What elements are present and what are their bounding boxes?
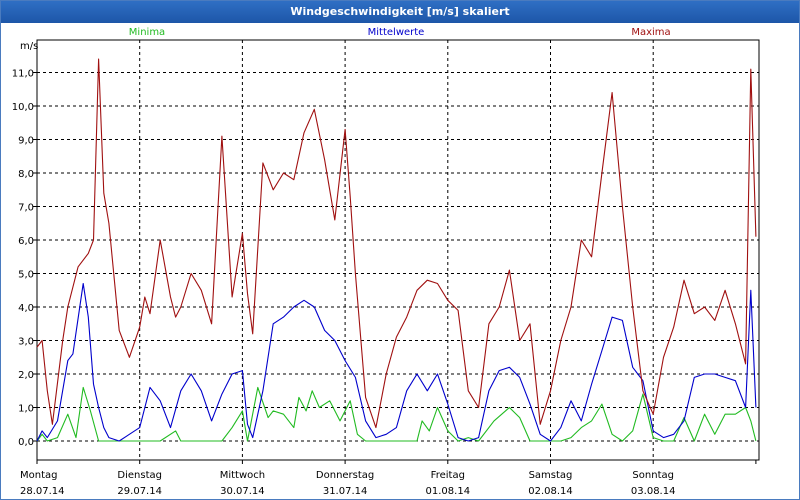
x-tick-day: Samstag: [529, 470, 573, 481]
y-tick-label: 11,0: [12, 69, 34, 80]
x-tick-date: 29.07.14: [117, 486, 162, 497]
x-axis-ticks: Montag 28.07.14 Dienstag 29.07.14 Mittwoch 30…: [20, 460, 757, 497]
y-tick-label: 0,0: [18, 437, 34, 448]
x-tick-day: Donnerstag: [316, 470, 374, 481]
x-tick-day: Freitag: [431, 470, 465, 481]
y-tick-label: 2,0: [18, 370, 34, 381]
x-tick-date: 28.07.14: [20, 486, 65, 497]
y-tick-label: 4,0: [18, 303, 34, 314]
y-tick-label: 6,0: [18, 236, 34, 247]
x-tick-date: 03.08.14: [631, 486, 676, 497]
x-tick-day: Montag: [20, 470, 57, 481]
x-tick-day: Sonntag: [632, 470, 674, 481]
x-tick-day: Dienstag: [117, 470, 162, 481]
x-tick-date: 01.08.14: [426, 486, 471, 497]
x-tick-date: 31.07.14: [323, 486, 368, 497]
legend: Minima Mittelwerte Maxima: [129, 27, 671, 38]
line-chart: m/s 0,0 1,0 2,0 3,0 4,0 5,0 6,0 7,0 8,0 9,0 10,0 11…: [12, 27, 760, 497]
plot-area: [36, 39, 760, 461]
legend-entry-minima: Minima: [129, 27, 165, 38]
y-tick-label: 3,0: [18, 337, 34, 348]
y-tick-label: 5,0: [18, 270, 34, 281]
legend-entry-maxima: Maxima: [631, 27, 670, 38]
y-tick-label: 7,0: [18, 203, 34, 214]
y-tick-label: 9,0: [18, 136, 34, 147]
x-tick-day: Mittwoch: [220, 470, 265, 481]
y-tick-label: 10,0: [12, 102, 34, 113]
y-tick-label: 8,0: [18, 169, 34, 180]
y-axis-ticks: 0,0 1,0 2,0 3,0 4,0 5,0 6,0 7,0 8,0 9,0 10,0 11,0: [12, 69, 37, 448]
y-tick-label: 1,0: [18, 404, 34, 415]
x-tick-date: 30.07.14: [220, 486, 265, 497]
legend-entry-mittelwerte: Mittelwerte: [368, 27, 425, 38]
y-axis-label: m/s: [20, 41, 38, 52]
x-tick-date: 02.08.14: [528, 486, 573, 497]
